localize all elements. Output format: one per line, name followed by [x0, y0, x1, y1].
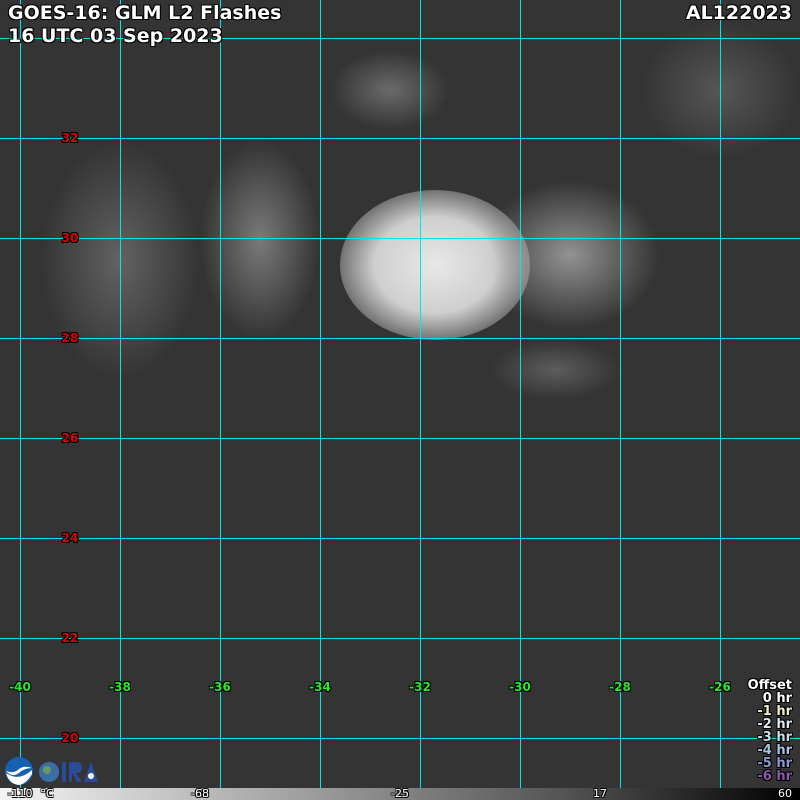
cira-logo — [39, 762, 98, 782]
colorbar-label: 17 — [593, 787, 607, 800]
latitude-label: 20 — [61, 731, 79, 745]
colorbar-label: 60 — [778, 787, 792, 800]
latitude-label: 24 — [61, 531, 79, 545]
longitude-label: -30 — [509, 680, 531, 694]
legend-item: -6 hr — [757, 769, 792, 784]
latitude-label: 22 — [61, 631, 79, 645]
longitude-label: -36 — [209, 680, 231, 694]
longitude-label: -40 — [9, 680, 31, 694]
colorbar-label: -68 — [191, 787, 209, 800]
latitude-line — [0, 138, 800, 139]
latitude-label: 26 — [61, 431, 79, 445]
colorbar-unit: °C — [40, 787, 54, 800]
latitude-line — [0, 438, 800, 439]
temperature-colorbar: -110 °C -68 -25 17 60 — [0, 787, 800, 800]
storm-id: AL122023 — [685, 2, 792, 24]
longitude-line — [120, 0, 121, 788]
latitude-line — [0, 238, 800, 239]
time-offset-legend: Offset 0 hr -1 hr -2 hr -3 hr -4 hr -5 hr -6 h… — [748, 679, 792, 783]
longitude-line — [720, 0, 721, 788]
longitude-line — [420, 0, 421, 788]
latitude-label: 32 — [61, 131, 79, 145]
latitude-line — [0, 538, 800, 539]
longitude-line — [520, 0, 521, 788]
noaa-logo — [5, 757, 33, 785]
logos — [4, 756, 100, 786]
satellite-image: 32 30 28 26 24 22 20 -40 -38 -36 -34 -32 -30 -28 -26 — [0, 0, 800, 788]
longitude-label: -34 — [309, 680, 331, 694]
longitude-line — [620, 0, 621, 788]
longitude-line — [220, 0, 221, 788]
latitude-line — [0, 738, 800, 739]
colorbar-label: -110 — [7, 787, 33, 800]
product-title: GOES-16: GLM L2 Flashes — [8, 2, 282, 24]
longitude-line — [320, 0, 321, 788]
longitude-label: -38 — [109, 680, 131, 694]
latitude-line — [0, 338, 800, 339]
longitude-line — [20, 0, 21, 788]
latitude-label: 28 — [61, 331, 79, 345]
latitude-label: 30 — [61, 231, 79, 245]
latitude-line — [0, 638, 800, 639]
timestamp: 16 UTC 03 Sep 2023 — [8, 25, 223, 47]
colorbar-label: -25 — [391, 787, 409, 800]
longitude-label: -28 — [609, 680, 631, 694]
longitude-label: -26 — [709, 680, 731, 694]
longitude-label: -32 — [409, 680, 431, 694]
